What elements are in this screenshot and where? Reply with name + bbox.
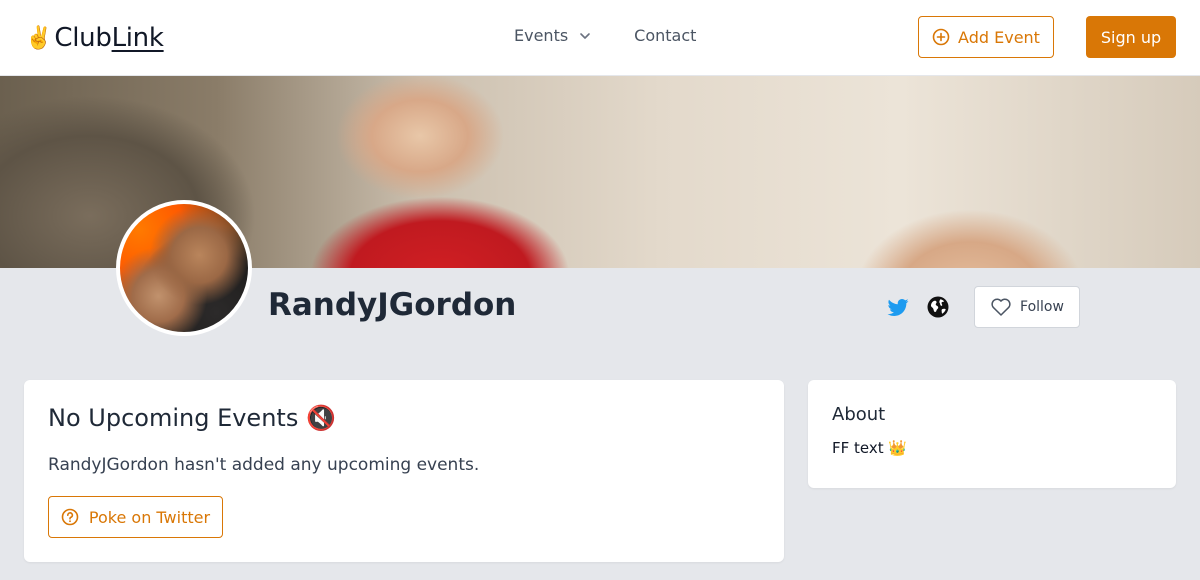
- peace-hand-icon: ✌️: [25, 25, 53, 51]
- signup-button[interactable]: Sign up: [1086, 16, 1176, 58]
- clublink-logo[interactable]: ✌️ ClubLink: [25, 20, 164, 56]
- poke-label: Poke on Twitter: [88, 507, 211, 527]
- upcoming-events-card: No Upcoming Events 🔇 RandyJGordon hasn't…: [24, 380, 784, 562]
- profile-avatar: [116, 200, 252, 336]
- follow-label: Follow: [1020, 299, 1064, 315]
- nav-contact-link[interactable]: Contact: [634, 26, 696, 45]
- signup-label: Sign up: [1100, 27, 1162, 47]
- follow-button[interactable]: Follow: [974, 286, 1080, 328]
- top-header: ✌️ ClubLink Events Contact Add Event Sig…: [0, 0, 1200, 76]
- nav-events-dropdown[interactable]: Events: [514, 26, 592, 45]
- nav-contact-label: Contact: [634, 26, 697, 45]
- add-event-button[interactable]: Add Event: [918, 16, 1054, 58]
- question-circle-icon: [61, 508, 79, 526]
- twitter-icon[interactable]: [886, 295, 910, 319]
- events-card-title: No Upcoming Events 🔇: [48, 404, 336, 432]
- about-card-text: FF text 👑: [832, 439, 908, 457]
- plus-circle-icon: [932, 28, 950, 46]
- logo-text-link: Link: [111, 23, 164, 53]
- poke-on-twitter-button[interactable]: Poke on Twitter: [48, 496, 223, 538]
- events-card-message: RandyJGordon hasn't added any upcoming e…: [48, 455, 480, 475]
- main-nav: Events Contact: [514, 26, 696, 45]
- nav-events-label: Events: [514, 26, 569, 45]
- logo-text: ClubLink: [54, 23, 164, 53]
- logo-text-club: Club: [54, 23, 112, 53]
- profile-name: RandyJGordon: [268, 287, 517, 323]
- add-event-label: Add Event: [958, 27, 1040, 47]
- about-card: About FF text 👑: [808, 380, 1176, 488]
- about-card-title: About: [832, 404, 886, 425]
- globe-icon[interactable]: [926, 295, 950, 319]
- heart-icon: [991, 298, 1011, 316]
- chevron-down-icon: [580, 32, 590, 39]
